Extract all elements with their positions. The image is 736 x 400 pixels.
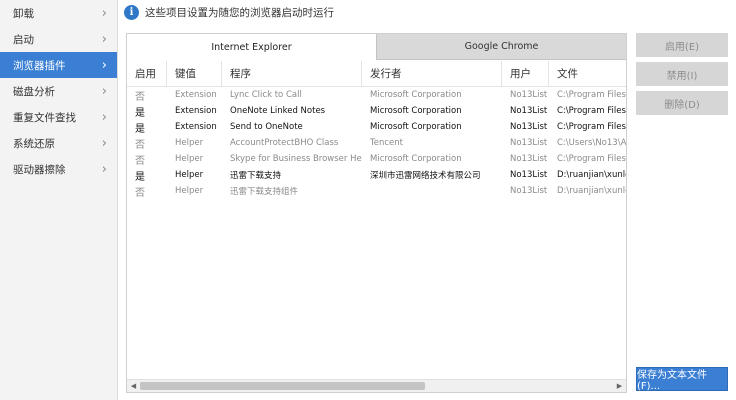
table-row[interactable]: 否 Helper Skype for Business Browser Help… bbox=[127, 151, 626, 167]
cell-program: AccountProtectBHO Class bbox=[230, 138, 339, 148]
table-row[interactable]: 否 Helper AccountProtectBHO Class Tencent… bbox=[127, 135, 626, 151]
chevron-right-icon: › bbox=[101, 83, 107, 99]
enable-button[interactable]: 启用(E) bbox=[636, 33, 728, 57]
browser-tabs: Internet Explorer Google Chrome bbox=[127, 34, 626, 60]
cell-user: No13List bbox=[510, 106, 548, 116]
sidebar-item-drive-wiper[interactable]: 驱动器擦除 › bbox=[0, 156, 117, 182]
chevron-right-icon: › bbox=[101, 109, 107, 125]
tab-google-chrome[interactable]: Google Chrome bbox=[376, 34, 626, 60]
chevron-right-icon: › bbox=[101, 161, 107, 177]
cell-enabled: 是 bbox=[135, 123, 145, 135]
cell-key: Helper bbox=[175, 186, 204, 196]
scroll-right-icon[interactable]: ▶ bbox=[613, 380, 626, 392]
save-as-text-button[interactable]: 保存为文本文件(F)... bbox=[636, 367, 728, 392]
sidebar-item-label: 系统还原 bbox=[13, 137, 55, 150]
cell-user: No13List bbox=[510, 90, 548, 100]
table-row[interactable]: 是 Extension OneNote Linked Notes Microso… bbox=[127, 103, 626, 119]
cell-key: Helper bbox=[175, 154, 204, 164]
scroll-left-icon[interactable]: ◀ bbox=[127, 380, 140, 392]
info-text: 这些项目设置为随您的浏览器启动时运行 bbox=[145, 6, 334, 19]
cell-program: OneNote Linked Notes bbox=[230, 106, 326, 116]
chevron-right-icon: › bbox=[101, 135, 107, 151]
cell-user: No13List bbox=[510, 170, 548, 180]
table-row[interactable]: 否 Helper 迅雷下载支持组件 No13List D:\ruanjian\x… bbox=[127, 183, 626, 199]
sidebar-item-startup[interactable]: 启动 › bbox=[0, 26, 117, 52]
cell-file: C:\Program Files\Mic bbox=[557, 154, 626, 164]
cell-key: Helper bbox=[175, 170, 204, 180]
cell-key: Extension bbox=[175, 122, 217, 132]
chevron-right-icon: › bbox=[101, 57, 107, 73]
cell-user: No13List bbox=[510, 122, 548, 132]
sidebar-item-label: 重复文件查找 bbox=[13, 111, 76, 124]
sidebar-item-browser-plugins[interactable]: 浏览器插件 › bbox=[0, 52, 117, 78]
sidebar-item-label: 启动 bbox=[13, 33, 34, 46]
cell-enabled: 否 bbox=[135, 139, 145, 151]
table-header: 启用 键值 程序 发行者 用户 文件 bbox=[127, 61, 626, 87]
cell-file: D:\ruanjian\xunlei\BH bbox=[557, 170, 626, 180]
cell-program: 迅雷下载支持组件 bbox=[230, 187, 299, 197]
info-bar: i 这些项目设置为随您的浏览器启动时运行 bbox=[118, 0, 736, 24]
table-row[interactable]: 否 Extension Lync Click to Call Microsoft… bbox=[127, 87, 626, 103]
column-header-enabled[interactable]: 启用 bbox=[127, 61, 167, 86]
cell-file: C:\Users\No13\AppD bbox=[557, 138, 626, 148]
column-header-publisher[interactable]: 发行者 bbox=[362, 61, 502, 86]
cell-key: Extension bbox=[175, 106, 217, 116]
delete-button[interactable]: 删除(D) bbox=[636, 91, 728, 115]
cell-key: Extension bbox=[175, 90, 217, 100]
sidebar-item-label: 卸载 bbox=[13, 7, 34, 20]
cell-file: C:\Program Files\Mic bbox=[557, 90, 626, 100]
sidebar-item-system-restore[interactable]: 系统还原 › bbox=[0, 130, 117, 156]
scrollbar-thumb[interactable] bbox=[140, 382, 425, 390]
sidebar-item-label: 浏览器插件 bbox=[13, 59, 66, 72]
cell-enabled: 否 bbox=[135, 155, 145, 167]
cell-program: 迅雷下载支持 bbox=[230, 171, 282, 181]
cell-publisher: Microsoft Corporation bbox=[370, 106, 462, 116]
cell-publisher: Microsoft Corporation bbox=[370, 122, 462, 132]
tab-internet-explorer[interactable]: Internet Explorer bbox=[127, 34, 376, 60]
cell-program: Skype for Business Browser Helper bbox=[230, 154, 362, 164]
disable-button[interactable]: 禁用(I) bbox=[636, 62, 728, 86]
cell-enabled: 否 bbox=[135, 187, 145, 199]
cell-publisher: Microsoft Corporation bbox=[370, 90, 462, 100]
cell-publisher: Microsoft Corporation bbox=[370, 154, 462, 164]
plugin-panel: Internet Explorer Google Chrome 启用 键值 程序… bbox=[126, 33, 627, 393]
sidebar-item-duplicate-finder[interactable]: 重复文件查找 › bbox=[0, 104, 117, 130]
cell-key: Helper bbox=[175, 138, 204, 148]
cell-enabled: 是 bbox=[135, 107, 145, 119]
sidebar-item-label: 驱动器擦除 bbox=[13, 163, 66, 176]
column-header-program[interactable]: 程序 bbox=[222, 61, 362, 86]
sidebar: 卸载 › 启动 › 浏览器插件 › 磁盘分析 › 重复文件查找 › 系统还原 ›… bbox=[0, 0, 118, 400]
cell-publisher: Tencent bbox=[370, 138, 403, 148]
chevron-right-icon: › bbox=[101, 5, 107, 21]
sidebar-item-uninstall[interactable]: 卸载 › bbox=[0, 0, 117, 26]
plugin-table: 启用 键值 程序 发行者 用户 文件 否 Extension Lync Clic… bbox=[127, 61, 626, 199]
column-header-user[interactable]: 用户 bbox=[502, 61, 549, 86]
chevron-right-icon: › bbox=[101, 31, 107, 47]
table-row[interactable]: 是 Helper 迅雷下载支持 深圳市迅雷网络技术有限公司 No13List D… bbox=[127, 167, 626, 183]
cell-user: No13List bbox=[510, 186, 548, 196]
cell-file: D:\ruanjian\xunlei\Th bbox=[557, 186, 626, 196]
cell-file: C:\Program Files\Mic bbox=[557, 122, 626, 132]
cell-enabled: 是 bbox=[135, 171, 145, 183]
column-header-key[interactable]: 键值 bbox=[167, 61, 222, 86]
cell-program: Lync Click to Call bbox=[230, 90, 302, 100]
table-row[interactable]: 是 Extension Send to OneNote Microsoft Co… bbox=[127, 119, 626, 135]
cell-publisher: 深圳市迅雷网络技术有限公司 bbox=[370, 171, 481, 181]
cell-file: C:\Program Files\Mic bbox=[557, 106, 626, 116]
column-header-file[interactable]: 文件 bbox=[549, 61, 626, 86]
horizontal-scrollbar[interactable]: ◀ ▶ bbox=[127, 379, 626, 392]
cell-program: Send to OneNote bbox=[230, 122, 303, 132]
sidebar-item-disk-analysis[interactable]: 磁盘分析 › bbox=[0, 78, 117, 104]
sidebar-item-label: 磁盘分析 bbox=[13, 85, 55, 98]
cell-user: No13List bbox=[510, 154, 548, 164]
info-icon: i bbox=[124, 4, 139, 20]
cell-user: No13List bbox=[510, 138, 548, 148]
cell-enabled: 否 bbox=[135, 91, 145, 103]
cell-publisher bbox=[362, 183, 502, 199]
